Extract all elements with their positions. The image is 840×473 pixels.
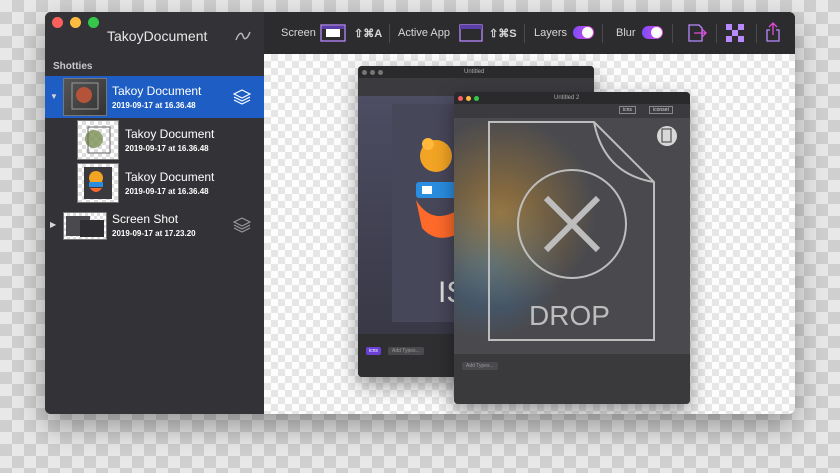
divider [672,24,673,43]
layers-icon [233,217,251,233]
section-header: Shotties [53,61,93,72]
screen-label: Screen [281,27,316,39]
thumbnail [63,212,107,240]
add-types-field[interactable]: Add Types... [388,347,424,355]
front-screenshot: Untitled 2 icns iconset DROP Add Types..… [454,92,690,404]
divider [756,24,757,43]
sidebar-item-screen-shot[interactable]: ▶ Screen Shot 2019-09-17 at 17.23.20 [45,206,264,244]
window-dot [370,70,375,75]
item-title: Takoy Document [125,127,215,141]
thumbnail [63,78,107,116]
drop-label: DROP [529,300,610,331]
active-app-label: Active App [398,27,450,39]
zoom-window-button[interactable] [88,17,99,28]
export-icon[interactable] [686,23,708,43]
divider [524,24,525,43]
canvas[interactable]: Untitled IS icns Add Types... Untitled 2… [264,54,795,414]
window-dot [466,96,471,101]
item-title: Takoy Document [112,84,202,98]
screen-shortcut: ⇧⌘A [354,28,383,40]
blur-label: Blur [616,27,636,39]
item-date: 2019-09-17 at 16.36.48 [125,144,209,153]
app-window: TakoyDocument Shotties ▼ Takoy Document … [45,12,795,414]
disclosure-collapsed-icon[interactable]: ▶ [50,220,56,229]
window-title: Untitled [464,69,485,75]
toolbar: Screen ⇧⌘A Active App ⇧⌘S Layers Blur [264,12,795,55]
item-date: 2019-09-17 at 16.36.48 [125,187,209,196]
item-date: 2019-09-17 at 16.36.48 [112,101,196,110]
window-title: Untitled 2 [554,95,580,101]
close-window-button[interactable] [52,17,63,28]
window-dot [458,96,463,101]
transparency-grid-icon[interactable] [726,24,744,42]
divider [716,24,717,43]
disclosure-expanded-icon[interactable]: ▼ [50,92,58,101]
sidebar-item-takoy-document[interactable]: ▼ Takoy Document 2019-09-17 at 16.36.48 [45,76,264,118]
active-app-icon[interactable] [459,24,483,42]
layers-icon [233,89,251,105]
sidebar-subitem[interactable]: Takoy Document 2019-09-17 at 16.36.48 [45,118,264,161]
item-title: Takoy Document [125,170,215,184]
sidebar: TakoyDocument Shotties ▼ Takoy Document … [45,12,264,414]
thumbnail [77,120,119,160]
layers-toggle[interactable] [573,26,594,39]
minimize-window-button[interactable] [70,17,81,28]
type-tag[interactable]: icns [366,347,381,355]
blur-toggle[interactable] [642,26,663,39]
sidebar-subitem[interactable]: Takoy Document 2019-09-17 at 16.36.48 [45,161,264,204]
layers-label: Layers [534,27,568,39]
divider [602,24,603,43]
share-icon[interactable] [765,22,781,43]
item-date: 2019-09-17 at 17.23.20 [112,229,196,238]
format-chip[interactable]: iconset [649,106,673,114]
link-icon[interactable] [234,30,252,42]
thumbnail [77,163,119,203]
window-dot [474,96,479,101]
divider [389,24,390,43]
active-app-shortcut: ⇧⌘S [489,28,517,40]
window-dot [362,70,367,75]
item-title: Screen Shot [112,212,179,226]
screen-capture-icon[interactable] [320,24,346,42]
format-chip[interactable]: icns [619,106,636,114]
window-dot [378,70,383,75]
add-types-field[interactable]: Add Types... [462,362,498,370]
app-title: TakoyDocument [107,28,208,44]
